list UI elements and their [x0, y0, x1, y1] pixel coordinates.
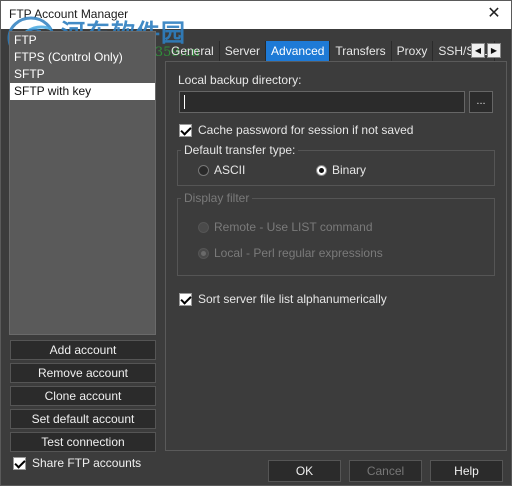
share-accounts-label: Share FTP accounts [32, 456, 142, 470]
ftp-account-manager-window: FTP Account Manager ✕ G 河东软件园 www.pc0359… [0, 0, 512, 486]
binary-label: Binary [332, 163, 367, 177]
sort-alpha-label: Sort server file list alphanumerically [198, 292, 387, 306]
filter-remote-radio: Remote - Use LIST command [198, 220, 373, 234]
ascii-radio-button[interactable] [198, 164, 209, 176]
account-item-sftp[interactable]: SFTP [10, 66, 155, 83]
backup-directory-input[interactable] [179, 91, 465, 113]
local-label: Local - Perl regular expressions [214, 246, 383, 260]
tab-scroll-arrows: ◀ ▶ [471, 43, 503, 58]
cache-password-checkbox[interactable]: Cache password for session if not saved [179, 123, 413, 137]
window-title: FTP Account Manager [9, 7, 129, 21]
add-account-button[interactable]: Add account [10, 340, 156, 360]
remote-label: Remote - Use LIST command [214, 220, 373, 234]
sort-alpha-checkbox-box[interactable] [179, 292, 192, 306]
share-accounts-checkbox[interactable]: Share FTP accounts [13, 456, 141, 470]
help-button[interactable]: Help [430, 460, 503, 482]
share-accounts-checkbox-box[interactable] [13, 456, 26, 470]
account-list[interactable]: FTP FTPS (Control Only) SFTP SFTP with k… [9, 31, 156, 335]
remove-account-button[interactable]: Remove account [10, 363, 156, 383]
tab-proxy[interactable]: Proxy [392, 41, 434, 61]
tab-server[interactable]: Server [220, 41, 267, 61]
transfer-ascii-radio[interactable]: ASCII [198, 163, 245, 177]
close-button[interactable]: ✕ [485, 5, 503, 23]
local-radio-button [198, 247, 209, 259]
tab-general[interactable]: General [166, 41, 220, 61]
filter-local-radio: Local - Perl regular expressions [198, 246, 383, 260]
clone-account-button[interactable]: Clone account [10, 386, 156, 406]
test-connection-button[interactable]: Test connection [10, 432, 156, 452]
tab-scroll-right-icon[interactable]: ▶ [487, 43, 501, 58]
text-caret [184, 95, 185, 109]
ok-button[interactable]: OK [268, 460, 341, 482]
tab-advanced[interactable]: Advanced [266, 41, 331, 61]
display-filter-title: Display filter [181, 191, 253, 205]
transfer-binary-radio[interactable]: Binary [316, 163, 366, 177]
remote-radio-button [198, 221, 209, 233]
ascii-label: ASCII [214, 163, 246, 177]
backup-directory-label: Local backup directory: [178, 73, 302, 87]
cancel-button[interactable]: Cancel [349, 460, 422, 482]
binary-radio-button[interactable] [316, 164, 327, 176]
sort-alpha-checkbox[interactable]: Sort server file list alphanumerically [179, 292, 387, 306]
cache-password-checkbox-box[interactable] [179, 123, 192, 137]
browse-button[interactable]: ... [469, 91, 493, 113]
transfer-type-title: Default transfer type: [181, 143, 299, 157]
cache-password-label: Cache password for session if not saved [198, 123, 414, 137]
display-filter-group: Display filter [177, 191, 495, 276]
account-item-ftp[interactable]: FTP [10, 32, 155, 49]
title-bar: FTP Account Manager ✕ [1, 1, 511, 29]
tab-transfers[interactable]: Transfers [330, 41, 392, 61]
tab-strip: General Server Advanced Transfers Proxy … [166, 41, 496, 61]
account-item-ftps[interactable]: FTPS (Control Only) [10, 49, 155, 66]
set-default-account-button[interactable]: Set default account [10, 409, 156, 429]
account-item-sftp-key[interactable]: SFTP with key [10, 83, 155, 100]
tab-scroll-left-icon[interactable]: ◀ [471, 43, 485, 58]
